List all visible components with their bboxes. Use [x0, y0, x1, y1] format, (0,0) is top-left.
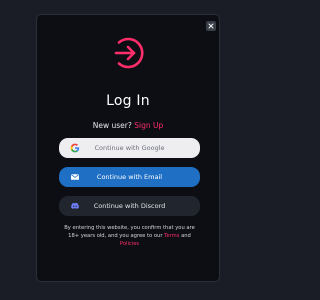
continue-with-email-button[interactable]: Continue with Email	[59, 167, 200, 187]
discord-icon	[71, 202, 79, 209]
signup-link[interactable]: Sign Up	[134, 121, 163, 130]
page-title: Log In	[106, 93, 150, 109]
continue-with-discord-button[interactable]: Continue with Discord	[59, 196, 200, 216]
email-button-label: Continue with Email	[96, 173, 163, 181]
disclaimer-and: and	[181, 233, 191, 239]
google-button-label: Continue with Google	[94, 144, 165, 152]
close-icon	[208, 23, 214, 29]
google-icon	[70, 143, 80, 153]
discord-button-label: Continue with Discord	[93, 202, 166, 210]
policies-link[interactable]: Policies	[120, 241, 139, 247]
login-modal: Log In New user? Sign Up Continue with G…	[36, 14, 220, 282]
terms-link[interactable]: Terms	[164, 233, 179, 239]
login-arrow-icon	[114, 37, 144, 69]
signup-row: New user? Sign Up	[37, 121, 219, 131]
age-disclaimer: By entering this website, you confirm th…	[59, 224, 200, 248]
email-icon	[71, 174, 79, 180]
signup-prompt: New user?	[92, 121, 132, 130]
continue-with-google-button[interactable]: Continue with Google	[59, 138, 200, 158]
close-button[interactable]	[206, 21, 216, 31]
